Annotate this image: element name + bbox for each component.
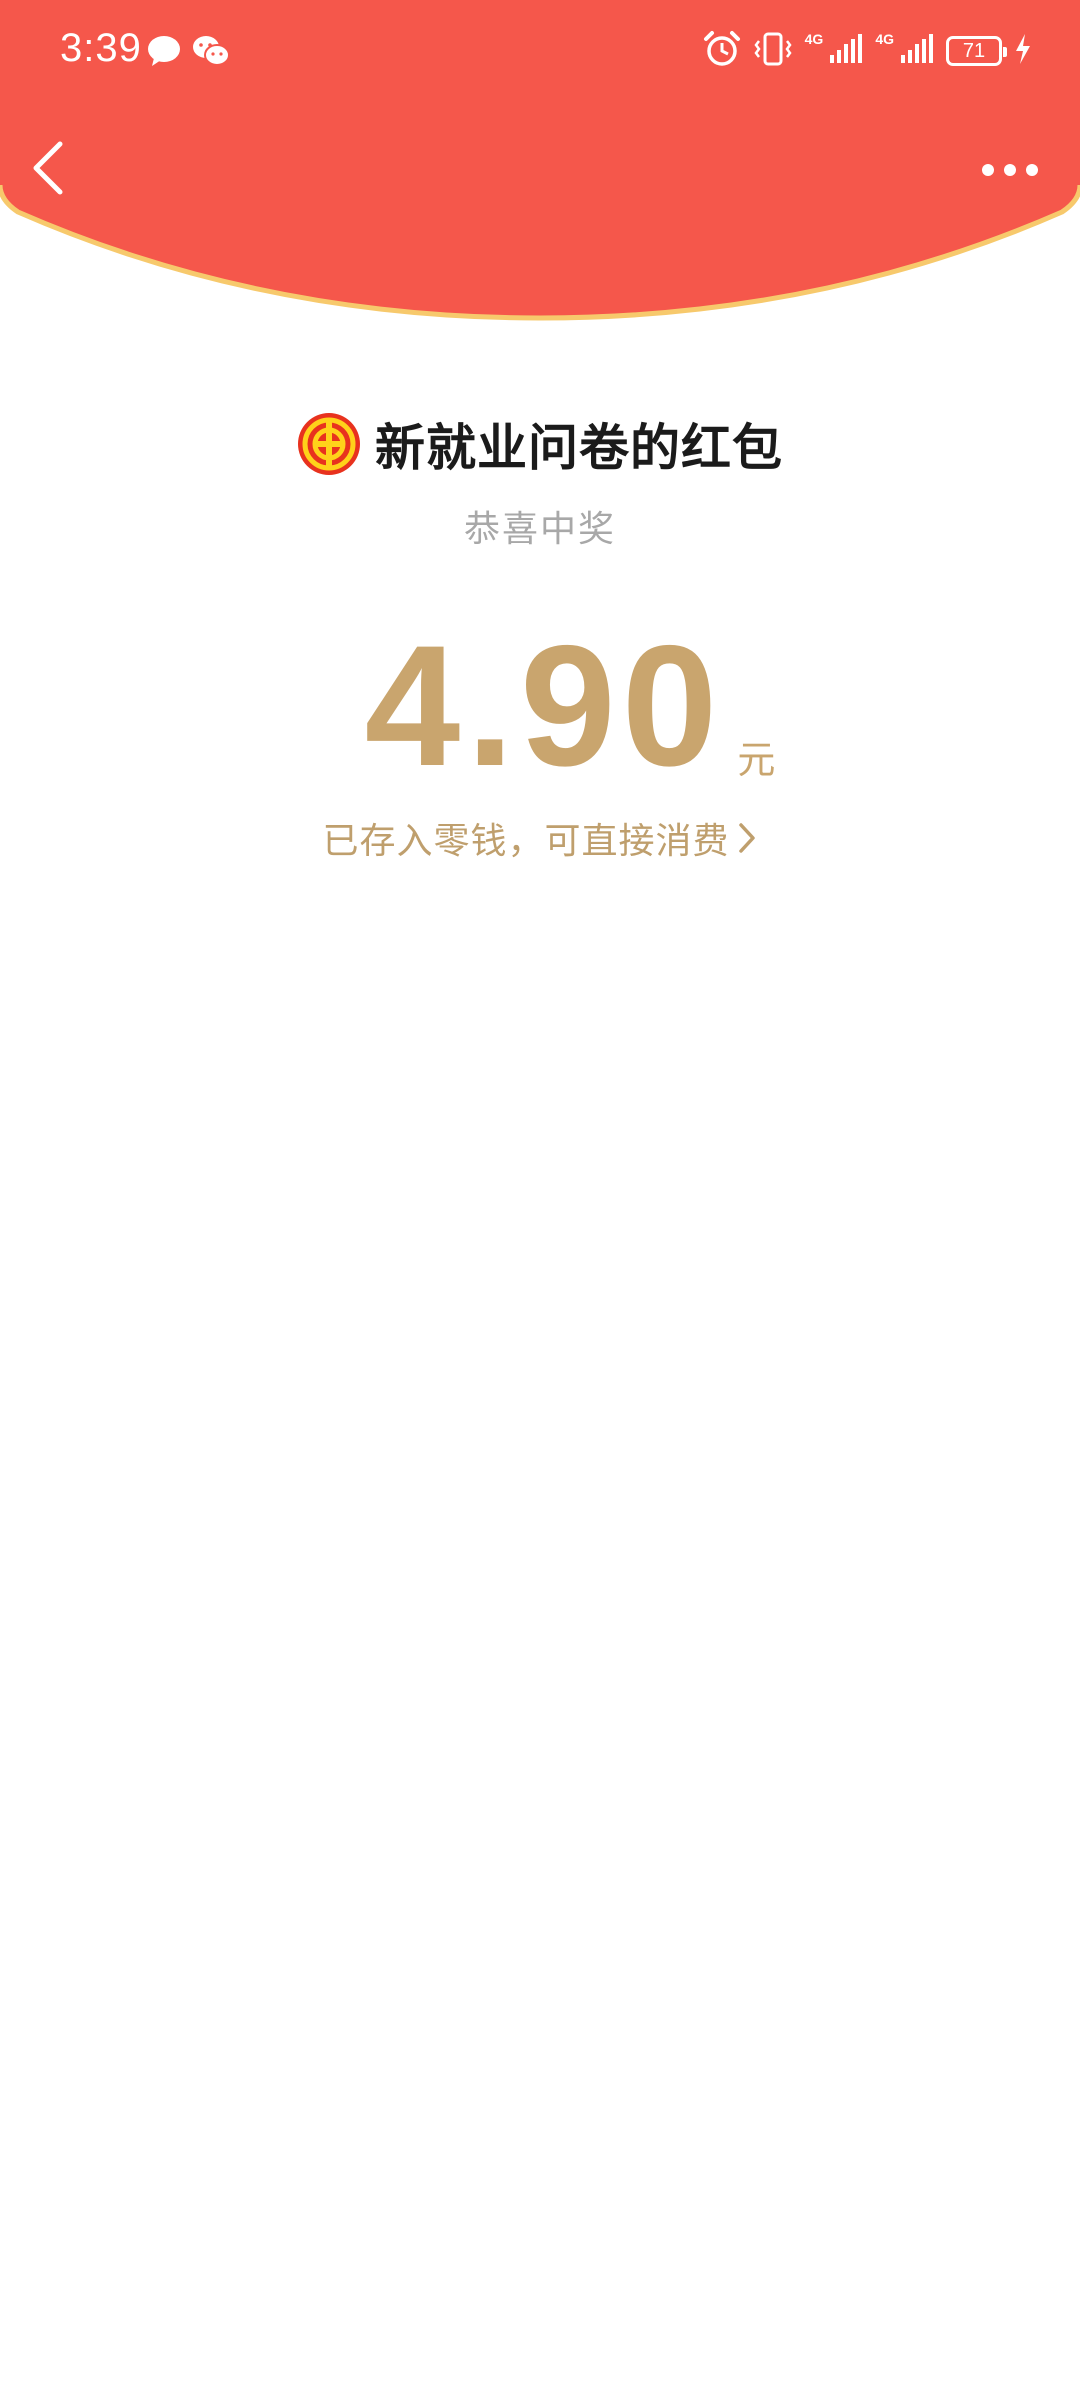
vibrate-icon [753,31,793,71]
status-bar: 3:39 4G 4G 71 [0,0,1080,110]
amount-value: 4.90 [364,610,724,802]
signal-icon [829,33,863,69]
network-type-1: 4G [804,31,824,47]
message-bubble-icon [146,34,182,72]
trade-union-logo-icon [298,413,360,475]
more-button[interactable] [980,150,1040,190]
more-dots-icon [982,164,1038,176]
battery-level: 71 [962,40,986,62]
amount-row: 4.90 元 [0,620,1080,792]
wechat-icon [192,34,230,72]
alarm-icon [703,30,741,72]
red-packet-detail-page: 3:39 4G 4G 71 新就业问卷的红包 恭喜中奖 4.90 元 已存入零钱… [0,0,1080,2388]
system-icons: 4G 4G 71 [703,30,1032,72]
saved-to-change-text: 已存入零钱，可直接消费 [322,821,730,862]
sender-row: 新就业问卷的红包 [0,408,1080,480]
chevron-left-icon [33,141,63,195]
network-type-2: 4G [875,31,894,47]
amount-unit: 元 [737,738,776,782]
sender-name: 新就业问卷的红包 [375,419,783,477]
back-button[interactable] [24,136,72,200]
signal-icon-2 [900,33,934,69]
charging-icon [1014,33,1032,69]
battery-icon: 71 [946,36,1007,66]
greeting-text: 恭喜中奖 [463,509,616,550]
status-time: 3:39 [60,26,142,70]
saved-to-change-link[interactable]: 已存入零钱，可直接消费 [0,812,1080,864]
chevron-right-icon [738,823,755,853]
notification-icons [146,34,230,72]
